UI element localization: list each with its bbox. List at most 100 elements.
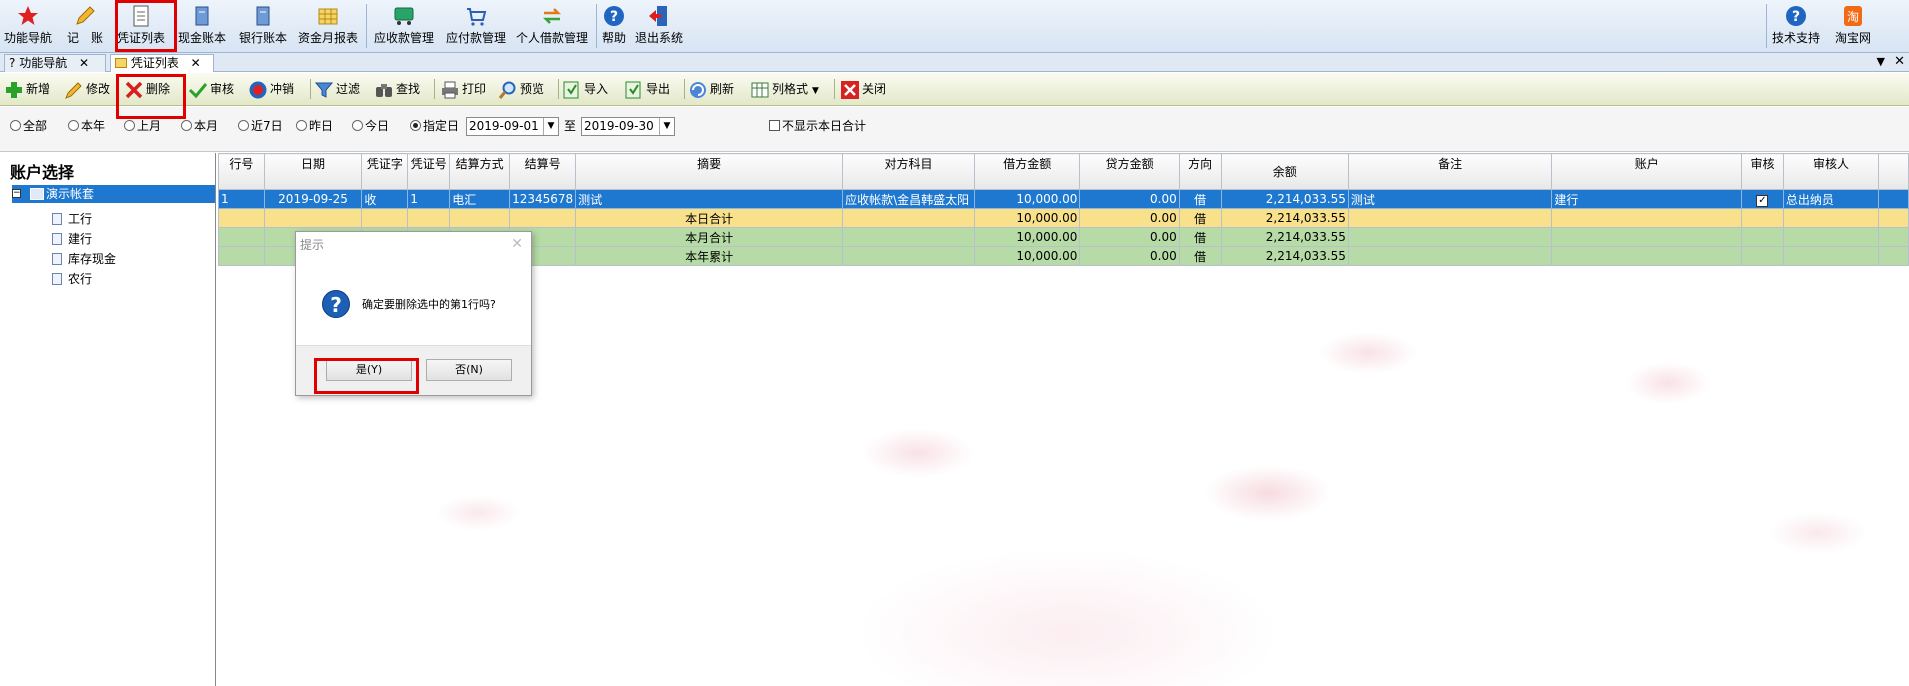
chevron-down-icon[interactable]: ▼ [543, 118, 558, 135]
exit-button[interactable]: 退出系统 [633, 0, 685, 52]
yes-button[interactable]: 是(Y) [326, 359, 412, 381]
audit-button[interactable]: 审核 [188, 77, 234, 101]
close-icon[interactable]: ✕ [79, 56, 89, 70]
document-icon [52, 233, 62, 245]
import-button[interactable]: 导入 [562, 77, 608, 101]
radio-all[interactable]: 全部 [10, 119, 47, 133]
close-icon[interactable]: ✕ [511, 236, 523, 252]
close-icon[interactable]: ✕ [1894, 54, 1905, 69]
export-button[interactable]: 导出 [624, 77, 670, 101]
tree-item-label: 建行 [68, 232, 93, 246]
bookkeeping-button[interactable]: 记 账 [62, 0, 108, 52]
toolbar-divider [310, 79, 311, 99]
delete-button[interactable]: 删除 [124, 77, 170, 101]
radio-today[interactable]: 今日 [352, 119, 389, 133]
voucher-list-label: 凭证列表 [116, 31, 165, 45]
edit-button[interactable]: 修改 [64, 77, 110, 101]
cell: 10,000.00 [974, 246, 1081, 266]
tech-support-label: 技术支持 [1771, 31, 1820, 45]
col-header[interactable]: 账户 [1551, 153, 1743, 190]
column-format-button[interactable]: 列格式 ▼ [750, 77, 819, 101]
close-icon[interactable]: ✕ [191, 56, 201, 70]
taobao-button[interactable]: 淘 淘宝网 [1828, 0, 1878, 52]
audit-checkbox-cell[interactable]: ✓ [1741, 189, 1784, 209]
col-header[interactable]: 日期 [263, 153, 363, 190]
hide-today-total-checkbox[interactable]: 不显示本日合计 [769, 119, 866, 133]
tree-item-icbc[interactable]: 工行 [52, 211, 92, 227]
col-header[interactable]: 凭证字 [361, 153, 409, 190]
payables-label: 应付款管理 [445, 31, 506, 45]
date-filter-bar: 全部 本年 上月 本月 近7日 昨日 今日 指定日 2019-09-01 ▼ 至 … [0, 107, 1909, 152]
col-header[interactable]: 结算方式 [449, 153, 511, 190]
col-header[interactable]: 对方科目 [842, 153, 976, 190]
account-panel-title: 账户选择 [10, 163, 75, 182]
reverse-button[interactable]: 冲销 [248, 77, 294, 101]
col-header[interactable]: 借方金额 [974, 153, 1081, 190]
help-button[interactable]: ? 帮助 [598, 0, 630, 52]
col-header[interactable]: 结算号 [509, 153, 577, 190]
tree-item-abc[interactable]: 农行 [52, 271, 92, 287]
cell: 测试 [575, 189, 844, 209]
audit-checkbox[interactable]: ✓ [1756, 194, 1769, 207]
table-row[interactable]: 1 2019-09-25 收 1 电汇 12345678 测试 应收帐款\金昌韩… [218, 189, 1909, 209]
payables-button[interactable]: 应付款管理 [443, 0, 509, 52]
collapse-icon[interactable]: − [12, 189, 21, 198]
col-header[interactable]: 贷方金额 [1079, 153, 1180, 190]
col-header[interactable]: 摘要 [575, 153, 844, 190]
date-from-picker[interactable]: 2019-09-01 ▼ [466, 117, 559, 136]
main-ribbon: 功能导航 记 账 凭证列表 现金账本 银行账本 资金月报表 应收款管理 应付款管… [0, 0, 1909, 53]
edit-label: 修改 [86, 82, 111, 96]
close-button[interactable]: 关闭 [840, 77, 886, 101]
tab-nav[interactable]: ? 功能导航 ✕ [4, 54, 106, 72]
col-header[interactable]: 审核人 [1782, 153, 1880, 190]
monthly-report-button[interactable]: 资金月报表 [296, 0, 360, 52]
voucher-list-button[interactable]: 凭证列表 [113, 0, 169, 52]
bank-book-button[interactable]: 银行账本 [235, 0, 291, 52]
action-toolbar: 新增 修改 删除 审核 冲销 过滤 查找 打印 预览 导入 导出 刷新 列格式 ▼… [0, 73, 1909, 106]
print-button[interactable]: 打印 [440, 77, 486, 101]
cash-book-label: 现金账本 [177, 31, 226, 45]
no-button[interactable]: 否(N) [426, 359, 512, 381]
svg-text:淘: 淘 [1847, 10, 1859, 24]
preview-button[interactable]: 预览 [498, 77, 544, 101]
question-icon: ? [322, 290, 350, 318]
radio-yesterday[interactable]: 昨日 [296, 119, 333, 133]
radio-last-month[interactable]: 上月 [124, 119, 161, 133]
col-header[interactable]: 行号 [218, 153, 265, 190]
cash-book-button[interactable]: 现金账本 [176, 0, 228, 52]
radio-last-7-days[interactable]: 近7日 [238, 119, 283, 133]
tree-root-demo-book[interactable]: 演示帐套 [12, 185, 215, 203]
refresh-button[interactable]: 刷新 [688, 77, 734, 101]
toolbar-divider [834, 79, 835, 99]
col-header[interactable]: 审核 [1741, 153, 1784, 190]
col-header[interactable]: 凭证号 [407, 153, 451, 190]
radio-this-month[interactable]: 本月 [181, 119, 218, 133]
add-button[interactable]: 新增 [4, 77, 50, 101]
radio-specified-date[interactable]: 指定日 [410, 119, 459, 133]
taobao-label: 淘宝网 [1834, 31, 1871, 45]
cell: 12345678 [509, 189, 577, 209]
date-to-picker[interactable]: 2019-09-30 ▼ [581, 117, 675, 136]
col-header[interactable]: 方向 [1178, 153, 1222, 190]
filter-button[interactable]: 过滤 [314, 77, 360, 101]
col-header[interactable]: 备注 [1347, 153, 1553, 190]
cell: 2,214,033.55 [1220, 227, 1349, 247]
radio-this-year[interactable]: 本年 [68, 119, 105, 133]
cell: 10,000.00 [974, 227, 1081, 247]
tech-support-button[interactable]: ? 技术支持 [1768, 0, 1824, 52]
dialog-footer: 是(Y) 否(N) [296, 345, 531, 395]
nav-button[interactable]: 功能导航 [2, 0, 54, 52]
tree-item-cash[interactable]: 库存现金 [52, 251, 116, 267]
find-button[interactable]: 查找 [374, 77, 420, 101]
toolbar-divider [558, 79, 559, 99]
chevron-down-icon[interactable]: ▼ [659, 118, 674, 135]
tab-menu-icon[interactable]: ▼ [1877, 55, 1885, 68]
personal-loan-button[interactable]: 个人借款管理 [514, 0, 590, 52]
cell: 借 [1178, 208, 1222, 228]
tab-voucher-list[interactable]: 凭证列表 ✕ [110, 54, 214, 72]
tree-item-ccb[interactable]: 建行 [52, 231, 92, 247]
print-label: 打印 [462, 82, 487, 96]
col-header[interactable]: 余额 [1220, 153, 1349, 190]
receivables-button[interactable]: 应收款管理 [371, 0, 437, 52]
exchange-icon [542, 8, 562, 24]
